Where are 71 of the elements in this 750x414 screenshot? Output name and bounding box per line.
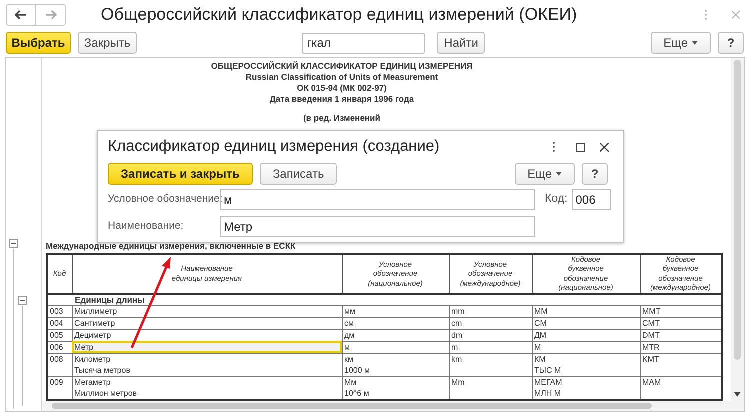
close-icon[interactable] <box>600 142 609 152</box>
table-cell: 004 <box>47 317 72 330</box>
table-cell: Миллиметр <box>72 305 342 318</box>
select-button[interactable]: Выбрать <box>6 32 71 54</box>
table-cell: ММ <box>532 305 640 318</box>
scrollbar-thumb[interactable] <box>734 60 741 360</box>
table-cell: МЕГАМ МЛН М <box>532 376 640 400</box>
find-button[interactable]: Найти <box>437 32 486 54</box>
table-cell: дм <box>342 329 449 342</box>
table-cell: км 1000 м <box>342 353 449 376</box>
table-cell: м <box>342 341 449 354</box>
table-cell: ДМ <box>532 329 640 342</box>
table-cell: km <box>449 353 532 376</box>
table-cell: СМ <box>532 317 640 330</box>
table-cell: КМ ТЫС М <box>532 353 640 376</box>
table-cell: m <box>449 341 532 354</box>
report-heading-line: Дата введения 1 января 1996 года <box>270 94 414 105</box>
caret-icon <box>556 172 562 176</box>
scrollbar-thumb[interactable] <box>52 403 652 409</box>
back-arrow-icon <box>15 10 27 20</box>
collapse-icon[interactable] <box>18 296 27 305</box>
code-field[interactable]: 006 <box>572 189 611 210</box>
search-field[interactable]: гкал <box>302 32 426 54</box>
help-button[interactable]: ? <box>718 32 744 54</box>
table-cell: MMT <box>640 305 722 318</box>
table-cell: CMT <box>640 317 722 330</box>
scroll-down-icon[interactable] <box>734 392 741 397</box>
table-cell: MAM <box>640 376 722 400</box>
input-field[interactable]: Метр <box>220 216 535 237</box>
table-cell: dm <box>449 329 532 342</box>
table-cell: мм <box>342 305 449 318</box>
more-button[interactable]: Еще <box>514 163 575 185</box>
maximize-icon[interactable] <box>576 142 585 152</box>
forward-arrow-icon <box>44 10 56 20</box>
table-cell: Мм 10^6 м <box>342 376 449 400</box>
table-cell: cm <box>449 317 532 330</box>
close-button[interactable]: Закрыть <box>78 32 137 54</box>
collapse-icon[interactable] <box>9 239 18 248</box>
table-cell: KMT <box>640 353 722 376</box>
save-and-close-button[interactable]: Записать и закрыть <box>108 163 253 185</box>
field-label: Наименование: <box>108 218 185 234</box>
report-heading-line: Russian Classification of Units of Measurement <box>246 72 438 83</box>
table-cell: Mm <box>449 376 532 400</box>
table-cell: mm <box>449 305 532 318</box>
more-options-icon[interactable] <box>552 141 556 153</box>
report-heading-line: ОК 015-94 (МК 002-97) <box>297 83 387 94</box>
table-cell: 008 <box>47 353 72 376</box>
dialog-title: Классификатор единиц измерения (создание) <box>108 137 440 158</box>
field-label: Условное обозначение: <box>108 192 220 207</box>
window-title: Общероссийский классификатор единиц измерений (ОКЕИ) <box>101 4 578 26</box>
table-cell: 009 <box>47 376 72 400</box>
table-cell: см <box>342 317 449 330</box>
table-cell: DMT <box>640 329 722 342</box>
table-cell: Сантиметр <box>72 317 342 330</box>
group-row: Единицы длины <box>72 294 722 306</box>
section-title: Международные единицы измерения, включенные в ЕСКК <box>46 241 297 251</box>
table-cell: 003 <box>47 305 72 318</box>
table-cell: Километр Тысяча метров <box>72 353 342 376</box>
help-button[interactable]: ? <box>582 163 608 185</box>
table-cell: Метр <box>72 341 342 354</box>
revision-note: (в ред. Изменений <box>303 113 381 123</box>
table-cell: 005 <box>47 329 72 342</box>
caret-icon <box>692 41 698 45</box>
input-field[interactable]: м <box>220 189 535 210</box>
save-button[interactable]: Записать <box>260 163 338 185</box>
table-cell: MTR <box>640 341 722 354</box>
more-button[interactable]: Еще <box>650 32 712 54</box>
report-heading-line: ОБЩЕРОССИЙСКИЙ КЛАССИФИКАТОР ЕДИНИЦ ИЗМЕРЕНИЯ <box>211 61 473 72</box>
field-label: Код: <box>545 192 568 207</box>
table-cell: М <box>532 341 640 354</box>
table-cell: Мегаметр Миллион метров <box>72 376 342 400</box>
